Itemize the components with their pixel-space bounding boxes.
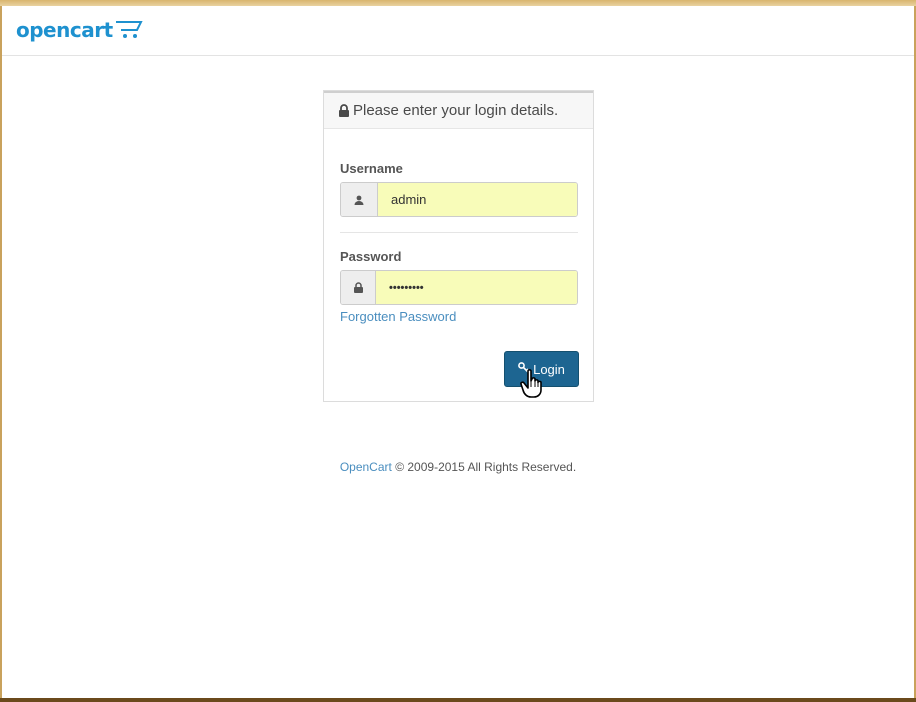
login-heading-text: Please enter your login details.: [353, 102, 559, 119]
field-divider: [340, 232, 578, 233]
user-icon: [341, 183, 378, 216]
key-icon: [518, 361, 530, 377]
login-panel-heading: Please enter your login details.: [324, 91, 593, 129]
window-bottom-border: [0, 698, 916, 702]
password-input[interactable]: [376, 271, 577, 304]
page-footer: OpenCart © 2009-2015 All Rights Reserved…: [2, 460, 914, 474]
login-button[interactable]: Login: [504, 351, 579, 387]
username-input-group: [340, 182, 578, 217]
opencart-footer-link[interactable]: OpenCart: [340, 460, 392, 474]
cart-icon: [115, 19, 143, 45]
password-input-group: [340, 270, 578, 305]
lock-icon: [341, 271, 376, 304]
forgotten-password-link[interactable]: Forgotten Password: [340, 309, 456, 324]
login-button-label: Login: [533, 361, 565, 377]
lock-icon: [339, 104, 349, 117]
browser-window: opencart Please enter your login details…: [2, 6, 914, 698]
opencart-logo[interactable]: opencart: [16, 18, 143, 45]
password-label: Password: [340, 249, 402, 264]
logo-text: opencart: [16, 18, 113, 42]
page-header: opencart: [2, 6, 914, 56]
footer-copyright: © 2009-2015 All Rights Reserved.: [395, 460, 577, 474]
username-label: Username: [340, 161, 403, 176]
username-input[interactable]: [378, 183, 577, 216]
login-panel: Please enter your login details. Usernam…: [323, 90, 594, 402]
